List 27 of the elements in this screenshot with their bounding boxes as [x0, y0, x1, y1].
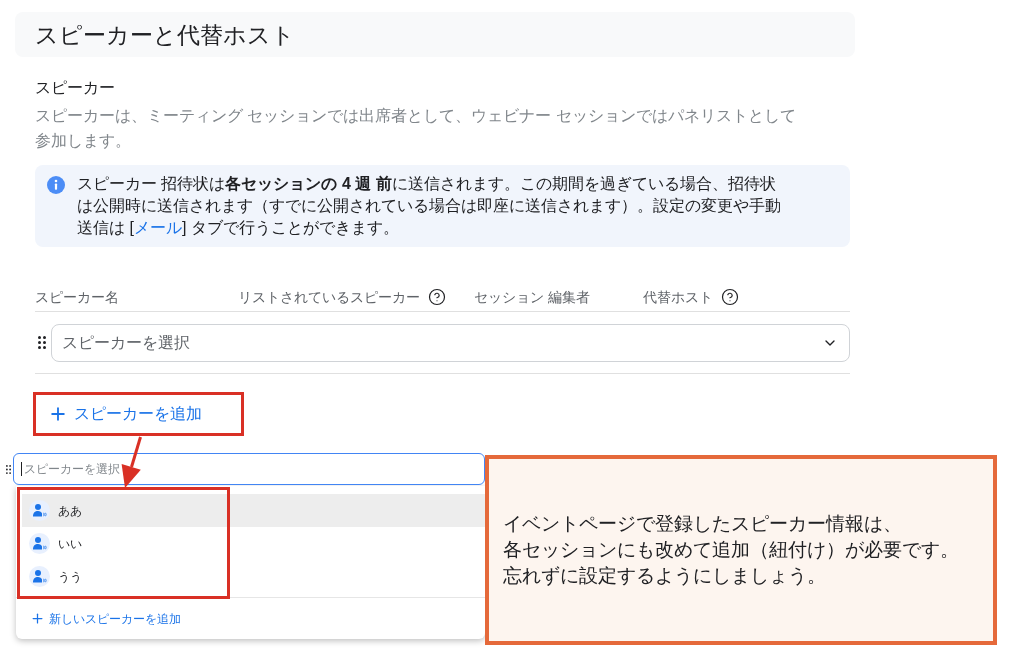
callout-text: 忘れずに設定するようにしましょう。 — [503, 564, 827, 588]
plus-icon — [30, 611, 45, 626]
column-header: リストされているスピーカー — [238, 287, 420, 307]
drag-handle-icon[interactable] — [38, 336, 46, 349]
add-speaker-button[interactable]: スピーカーを追加 — [46, 401, 204, 427]
help-icon[interactable] — [721, 287, 739, 306]
speaker-avatar-icon — [29, 500, 50, 521]
callout-text: 各セッションにも改めて追加（紐付け）が必要です。 — [503, 538, 960, 562]
speaker-avatar-icon — [29, 566, 50, 587]
speaker-select[interactable]: スピーカーを選択 — [13, 453, 485, 485]
section-title: スピーカー — [35, 78, 116, 98]
add-new-speaker-button[interactable]: 新しいスピーカーを追加 — [30, 610, 181, 627]
drag-handle-icon[interactable] — [6, 464, 11, 474]
dropdown-option[interactable]: ああ — [22, 494, 485, 527]
speaker-avatar-icon — [29, 533, 50, 554]
help-icon[interactable] — [428, 287, 446, 306]
info-icon — [47, 176, 65, 194]
column-header: スピーカー名 — [35, 287, 119, 307]
callout-text: イベントページで登録したスピーカー情報は、 — [503, 512, 903, 536]
column-header: 代替ホスト — [643, 287, 713, 307]
text-cursor-icon — [21, 462, 22, 476]
plus-icon — [48, 404, 68, 424]
section-description: スピーカーは、ミーティング セッションでは出席者として、ウェビナー セッションではパネリストとして参加します。 — [35, 106, 797, 151]
info-text: スピーカー 招待状は各セッションの 4 週 前に送信されます。この期間を過ぎている場合、招待状は公開時に送信されます（すでに公開されている場合は即座に送信されます）。設定の変更や手動送信は [メール] タブで行うことができます。 — [77, 174, 782, 238]
mail-tab-link[interactable]: メール — [133, 219, 182, 236]
column-header: セッション 編集者 — [474, 287, 590, 307]
page-title: スピーカーと代替ホスト — [35, 20, 295, 50]
